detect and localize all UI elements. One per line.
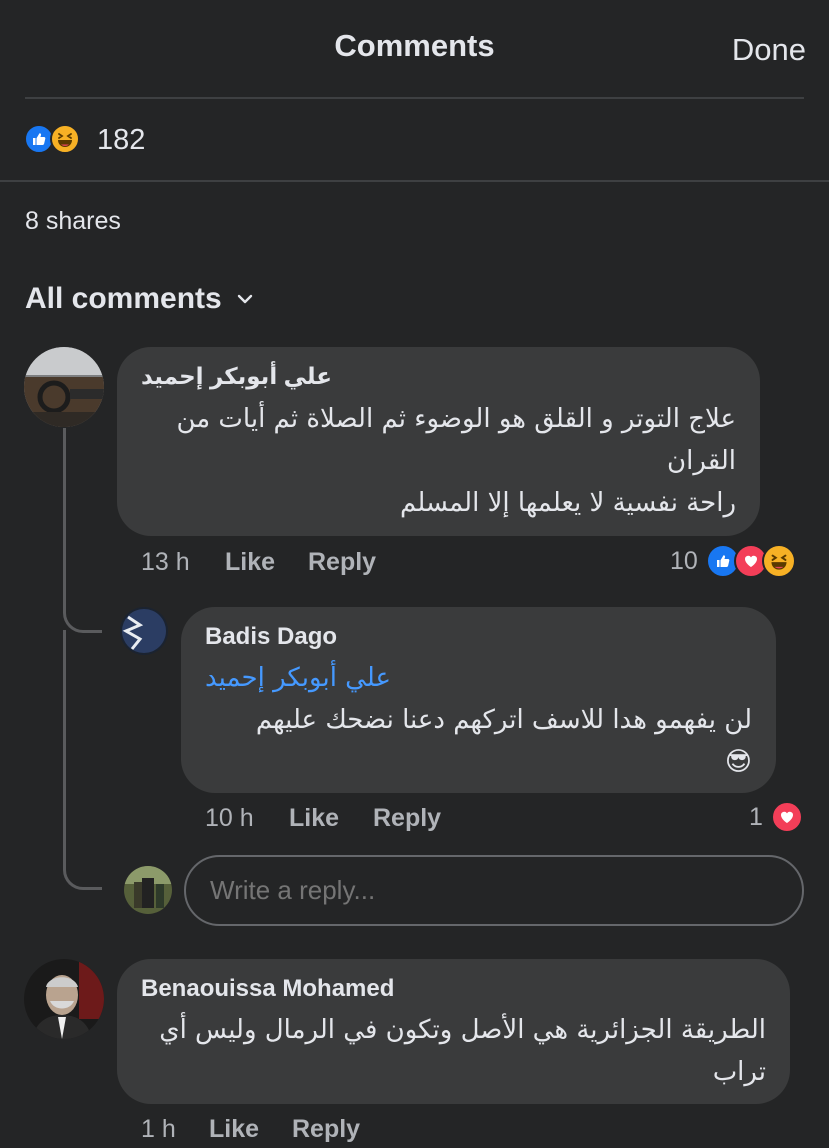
comment-time: 13 h xyxy=(141,548,190,576)
comment-text-line: تراب xyxy=(712,1057,766,1087)
comment-reaction-count: 1 xyxy=(749,802,763,831)
shares-count[interactable]: 8 shares xyxy=(25,207,121,236)
comment-reactions[interactable]: 10 xyxy=(670,544,796,578)
haha-reaction-icon xyxy=(50,124,80,154)
comment-reactions[interactable]: 1 xyxy=(749,801,803,833)
comment-time: 10 h xyxy=(205,804,254,832)
comment-author[interactable]: Benaouissa Mohamed xyxy=(141,975,766,1003)
comment-text-line: الطريقة الجزائرية هي الأصل وتكون في الرم… xyxy=(159,1015,766,1045)
comment-bubble: علي أبوبكر إحميد علاج التوتر و القلق هو … xyxy=(117,347,760,536)
comment-text-line: علاج التوتر و القلق هو الوضوء ثم الصلاة … xyxy=(176,404,736,434)
current-user-avatar xyxy=(124,866,172,914)
reaction-count[interactable]: 182 xyxy=(97,124,145,157)
like-button[interactable]: Like xyxy=(289,804,339,833)
thread-line xyxy=(63,630,102,890)
comment-text-line: لن يفهمو هدا للاسف اتركهم دعنا نضحك عليه… xyxy=(255,705,752,735)
comment-text-line: 😎 xyxy=(724,747,752,777)
like-button[interactable]: Like xyxy=(209,1115,259,1144)
avatar[interactable] xyxy=(24,959,104,1039)
comment-time: 1 h xyxy=(141,1115,176,1143)
comment-reaction-count: 10 xyxy=(670,546,698,575)
done-button[interactable]: Done xyxy=(732,32,806,68)
comment-bubble: Badis Dago علي أبوبكر إحميد لن يفهمو هدا… xyxy=(181,607,776,793)
comment-text-line: القران xyxy=(667,446,736,476)
comments-filter-dropdown[interactable]: All comments xyxy=(25,282,254,316)
thread-line xyxy=(63,428,102,633)
chevron-down-icon xyxy=(237,294,252,304)
page-title: Comments xyxy=(334,28,495,63)
haha-reaction-icon xyxy=(761,544,796,578)
divider xyxy=(25,97,804,99)
reply-button[interactable]: Reply xyxy=(308,548,376,577)
comments-filter-label: All comments xyxy=(25,282,222,315)
divider xyxy=(0,180,829,182)
reply-input[interactable] xyxy=(184,855,804,926)
avatar[interactable] xyxy=(120,607,168,655)
reply-button[interactable]: Reply xyxy=(292,1115,360,1144)
reply-button[interactable]: Reply xyxy=(373,804,441,833)
reactions-summary[interactable] xyxy=(24,124,80,154)
mention-link[interactable]: علي أبوبكر إحميد xyxy=(205,657,752,699)
like-button[interactable]: Like xyxy=(225,548,275,577)
comment-text-line: راحة نفسية لا يعلمها إلا المسلم xyxy=(400,488,736,518)
comment-author[interactable]: Badis Dago xyxy=(205,623,752,651)
love-reaction-icon xyxy=(770,801,803,833)
comment-author[interactable]: علي أبوبكر إحميد xyxy=(141,363,736,390)
comment-bubble: Benaouissa Mohamed الطريقة الجزائرية هي … xyxy=(117,959,790,1104)
avatar[interactable] xyxy=(24,347,104,427)
